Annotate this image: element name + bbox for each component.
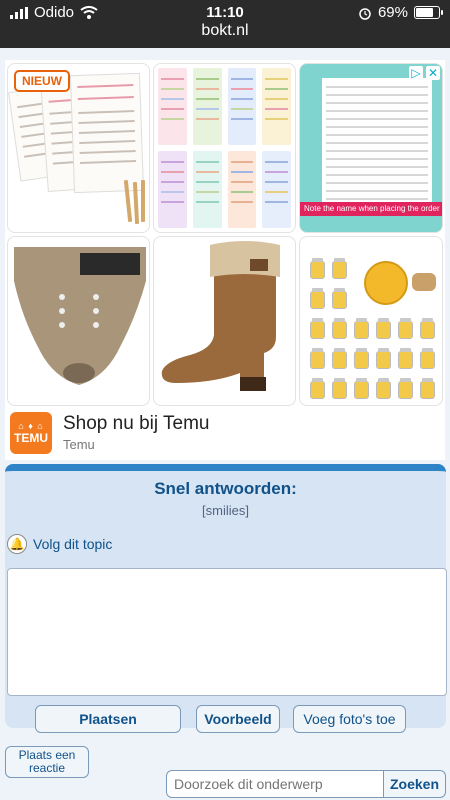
search-input[interactable] — [166, 770, 384, 798]
quick-reply-panel: Snel antwoorden: [smilies] 🔔 Volg dit to… — [5, 464, 447, 733]
product-tile-color-sheets[interactable] — [153, 63, 296, 233]
sheet-grid-image — [158, 68, 291, 228]
shop-subtitle: Temu — [63, 437, 95, 452]
shop-cta-row[interactable]: ⌂ ♦ ⌂ TEMU Shop nu bij Temu Temu — [5, 406, 445, 460]
reply-textarea[interactable] — [7, 568, 447, 696]
new-badge: NIEUW — [14, 70, 70, 92]
adchoices[interactable]: ▷ ✕ — [409, 66, 440, 80]
temu-logo-icon: ⌂ ♦ ⌂ — [18, 421, 44, 431]
alarm-icon — [359, 7, 371, 20]
checklist-image — [322, 78, 432, 202]
search-button[interactable]: Zoeken — [384, 770, 446, 798]
play-triangle-icon[interactable]: ▷ — [409, 66, 423, 80]
product-tile-game-sheets[interactable]: NIEUW — [7, 63, 150, 233]
status-bar: Odido 11:10 69% bokt.nl — [0, 0, 450, 48]
temu-advertisement[interactable]: NIEUW Note the name when placing the ord… — [5, 60, 445, 460]
close-icon[interactable]: ✕ — [426, 66, 440, 80]
product-tile-checklist[interactable]: Note the name when placing the order ▷ ✕ — [299, 63, 443, 233]
battery-percent: 69% — [377, 4, 408, 21]
url-label[interactable]: bokt.nl — [0, 22, 450, 40]
follow-topic-label[interactable]: Volg dit topic — [33, 536, 112, 552]
topic-search: Zoeken — [166, 770, 446, 798]
add-photo-button[interactable]: Voeg foto's toe — [293, 705, 406, 733]
preview-button[interactable]: Voorbeeld — [196, 705, 280, 733]
post-reply-button[interactable]: Plaats een reactie — [5, 746, 89, 778]
product-tile-honey-jars[interactable] — [299, 236, 443, 406]
order-note-banner: Note the name when placing the order — [300, 202, 442, 216]
sheet-image — [69, 72, 145, 194]
product-tile-dog-diaper[interactable] — [7, 236, 150, 406]
panel-title: Snel antwoorden: — [154, 479, 297, 498]
temu-logo: ⌂ ♦ ⌂ TEMU — [10, 412, 52, 454]
pencil-image — [141, 180, 145, 222]
battery-icon — [414, 6, 443, 19]
follow-topic-link[interactable]: 🔔 Volg dit topic — [7, 534, 112, 554]
status-right: 69% — [358, 4, 443, 21]
dog-diaper-image — [14, 247, 146, 385]
shop-title[interactable]: Shop nu bij Temu — [63, 413, 209, 435]
product-tile-boot[interactable] — [153, 236, 296, 406]
bell-icon: 🔔 — [7, 534, 27, 554]
battery-fill — [416, 8, 433, 17]
boot-image — [161, 241, 280, 391]
smilies-link[interactable]: [smilies] — [5, 503, 446, 518]
post-button[interactable]: Plaatsen — [35, 705, 181, 733]
